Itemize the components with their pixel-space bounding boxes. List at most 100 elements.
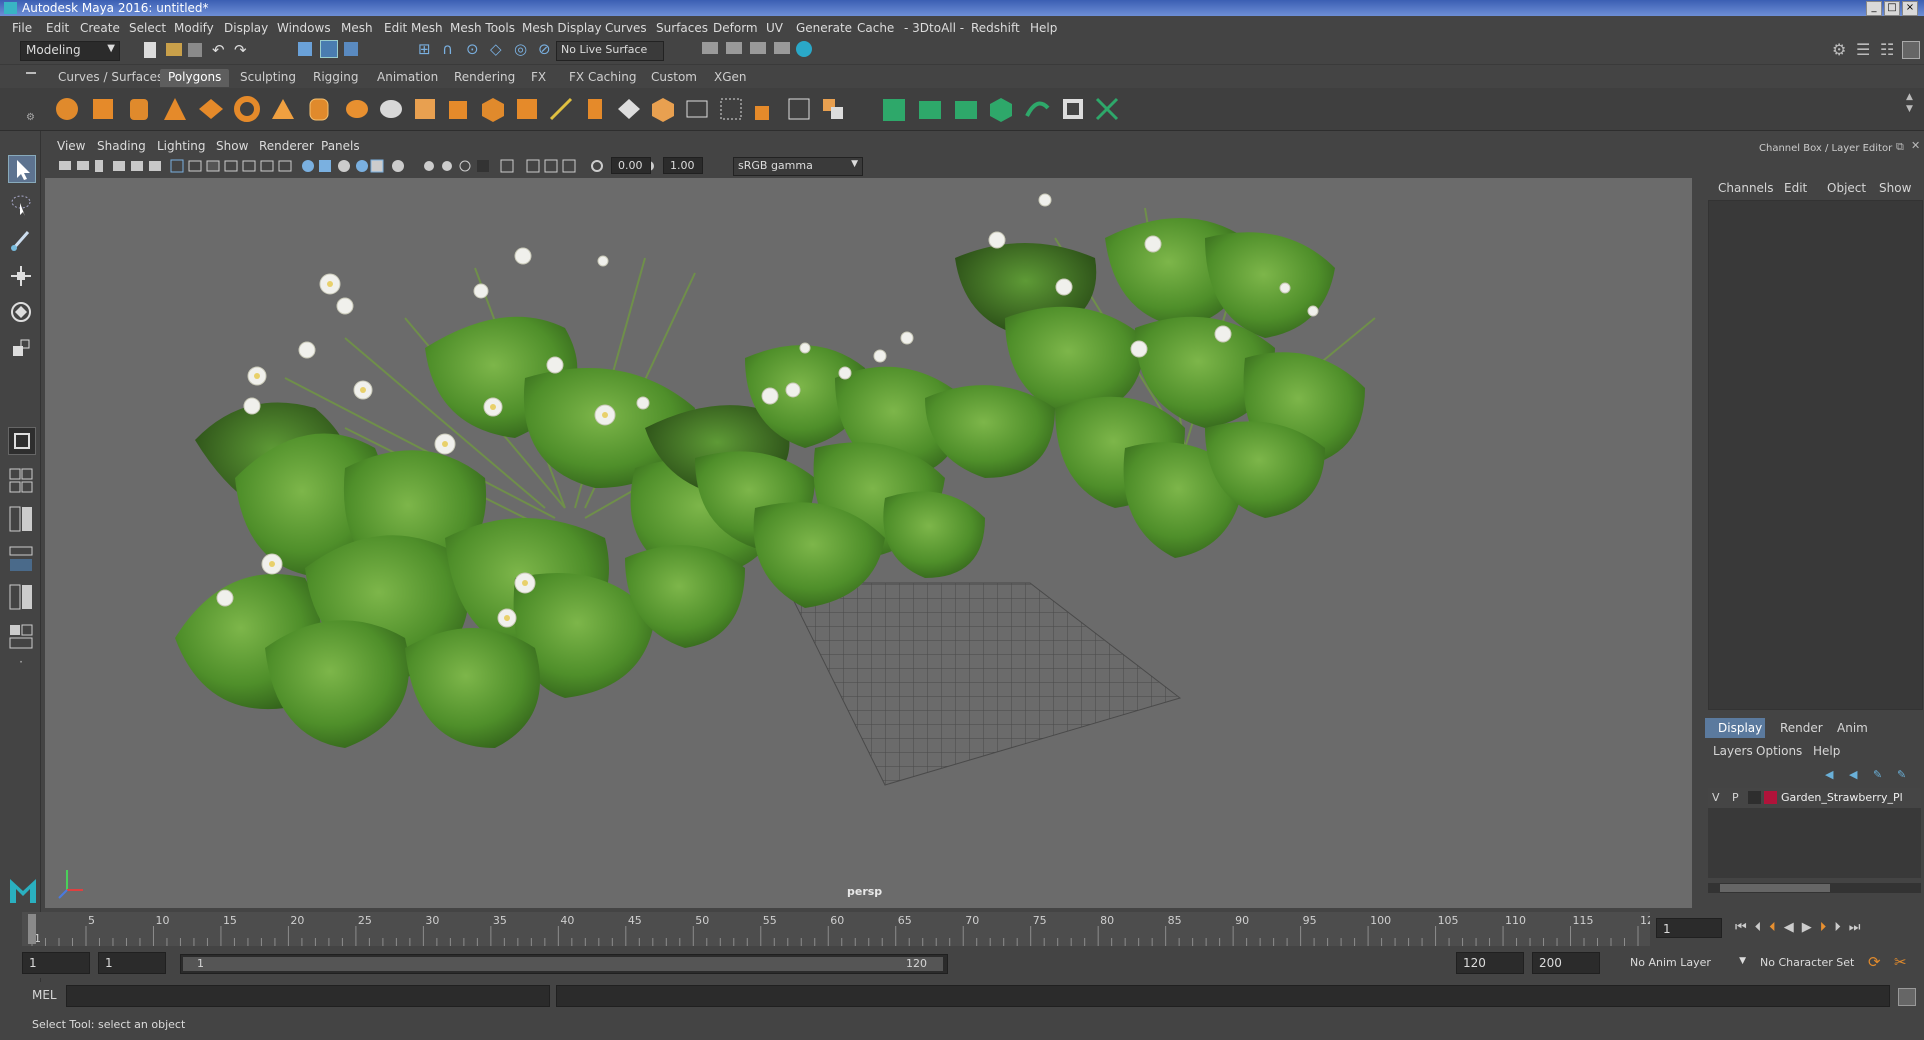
menu-deform[interactable]: Deform: [713, 21, 758, 35]
playback-end-field[interactable]: 120: [1456, 952, 1524, 974]
panel-menu-show[interactable]: Show: [216, 139, 248, 153]
tab-rendering[interactable]: Rendering: [446, 69, 523, 87]
cb-menu-object[interactable]: Object: [1827, 181, 1866, 195]
play-forwards-icon[interactable]: ▶: [1802, 920, 1820, 935]
menu-windows[interactable]: Windows: [277, 21, 331, 35]
step-back-key-icon[interactable]: ⏴: [1769, 920, 1784, 935]
ipr-render-icon[interactable]: [726, 42, 742, 54]
paint-select-tool-icon[interactable]: [8, 227, 34, 253]
redshift-render-icon[interactable]: [796, 41, 812, 57]
script-editor-icon[interactable]: [1898, 988, 1916, 1006]
tab-xgen[interactable]: XGen: [706, 69, 755, 87]
layout-outliner-icon[interactable]: [8, 545, 34, 573]
live-surface-field[interactable]: No Live Surface: [556, 41, 664, 61]
channel-box-toggle-icon[interactable]: [1902, 41, 1920, 59]
command-input[interactable]: [66, 985, 550, 1007]
select-by-component-icon[interactable]: [344, 42, 358, 56]
step-forward-frame-icon[interactable]: ⏵: [1834, 920, 1849, 935]
rotate-tool-icon[interactable]: [8, 299, 34, 325]
panel-menu-shading[interactable]: Shading: [97, 139, 146, 153]
tab-custom[interactable]: Custom: [643, 69, 705, 87]
perspective-viewport[interactable]: persp: [45, 178, 1692, 908]
menu-generate[interactable]: Generate: [796, 21, 852, 35]
menu-set-dropdown[interactable]: Modeling ▼: [20, 41, 120, 61]
menu-file[interactable]: File: [12, 21, 32, 35]
tab-fx[interactable]: FX: [523, 69, 554, 87]
menu-mesh-tools[interactable]: Mesh Tools: [450, 21, 515, 35]
go-to-end-icon[interactable]: ⏭: [1849, 920, 1869, 935]
cb-menu-edit[interactable]: Edit: [1784, 181, 1807, 195]
layer-name[interactable]: Garden_Strawberry_Pl: [1781, 791, 1903, 804]
layer-menu-layers[interactable]: Layers: [1713, 744, 1753, 758]
close-panel-icon[interactable]: ✕: [1911, 139, 1920, 152]
exposure-field[interactable]: 0.00: [611, 157, 651, 174]
animation-end-field[interactable]: 200: [1532, 952, 1600, 974]
menu-uv[interactable]: UV: [766, 21, 783, 35]
script-language-label[interactable]: MEL: [32, 988, 57, 1002]
menu-surfaces[interactable]: Surfaces: [656, 21, 708, 35]
undo-icon[interactable]: ↶: [212, 41, 225, 59]
cb-menu-show[interactable]: Show: [1879, 181, 1911, 195]
auto-key-icon[interactable]: ⟳: [1868, 953, 1881, 971]
snap-point-icon[interactable]: ⊙: [466, 40, 479, 58]
render-current-frame-icon[interactable]: [702, 42, 718, 54]
snap-grid-icon[interactable]: ⊞: [418, 40, 431, 58]
range-slider-bar[interactable]: 1 120: [183, 957, 943, 971]
time-slider[interactable]: 1 5 10 15 20 25 30 35 40 45 50 55 60 65 70 75 80 85 90 95 10…: [0, 912, 1924, 948]
shelf-scroll-down-icon[interactable]: ▼: [1906, 104, 1913, 114]
range-slider[interactable]: 1 120: [180, 954, 948, 974]
new-empty-layer-icon[interactable]: ✎: [1873, 768, 1882, 781]
menu-cache[interactable]: Cache: [857, 21, 894, 35]
move-layer-down-icon[interactable]: ◀: [1849, 768, 1857, 781]
lasso-tool-icon[interactable]: [8, 191, 34, 217]
character-set-dropdown[interactable]: No Character Set: [1754, 953, 1870, 973]
tab-anim[interactable]: Anim: [1837, 721, 1868, 735]
snap-curve-icon[interactable]: ∩: [442, 40, 453, 58]
menu-display[interactable]: Display: [224, 21, 268, 35]
channel-box-area[interactable]: [1708, 200, 1923, 710]
new-scene-icon[interactable]: [144, 42, 156, 58]
panel-menu-renderer[interactable]: Renderer: [259, 139, 314, 153]
hypershade-icon[interactable]: [774, 42, 790, 54]
cb-menu-channels[interactable]: Channels: [1718, 181, 1774, 195]
color-space-dropdown[interactable]: sRGB gamma ▼: [733, 157, 863, 176]
layer-playback-toggle[interactable]: P: [1732, 791, 1739, 804]
save-scene-icon[interactable]: [188, 43, 202, 57]
playback-start-field[interactable]: 1: [98, 952, 166, 974]
tab-curves-surfaces[interactable]: Curves / Surfaces: [50, 69, 171, 87]
scale-tool-icon[interactable]: [8, 335, 34, 361]
current-frame-field[interactable]: 1: [1656, 918, 1722, 938]
shelf-options-icon[interactable]: ⚙: [26, 112, 35, 123]
menu-select[interactable]: Select: [129, 21, 166, 35]
tab-render[interactable]: Render: [1780, 721, 1823, 735]
menu-create[interactable]: Create: [80, 21, 120, 35]
attribute-editor-icon[interactable]: ☰: [1856, 40, 1870, 59]
menu-mesh-display[interactable]: Mesh Display: [522, 21, 602, 35]
select-by-hierarchy-icon[interactable]: [298, 42, 312, 56]
panel-menu-view[interactable]: View: [57, 139, 85, 153]
redo-icon[interactable]: ↷: [234, 41, 247, 59]
snap-view-plane-icon[interactable]: ◇: [490, 40, 502, 58]
select-by-object-icon[interactable]: [320, 40, 338, 58]
shelf-menu-icon[interactable]: [26, 72, 36, 74]
layout-hypershade-icon[interactable]: [8, 623, 34, 651]
move-tool-icon[interactable]: [8, 263, 34, 289]
layout-graph-editor-icon[interactable]: [8, 583, 34, 611]
layer-visibility-toggle[interactable]: V: [1712, 791, 1720, 804]
gamma-field[interactable]: 1.00: [663, 157, 703, 174]
shelf-scroll-up-icon[interactable]: ▲: [1906, 92, 1913, 102]
select-tool-icon[interactable]: [8, 155, 36, 183]
tab-rigging[interactable]: Rigging: [305, 69, 366, 87]
step-back-frame-icon[interactable]: ⏴: [1755, 920, 1770, 935]
tab-display[interactable]: Display: [1705, 718, 1765, 738]
tab-sculpting[interactable]: Sculpting: [232, 69, 304, 87]
menu-modify[interactable]: Modify: [174, 21, 214, 35]
layer-row[interactable]: V P Garden_Strawberry_Pl: [1708, 788, 1921, 808]
close-icon[interactable]: ×: [1902, 1, 1918, 16]
step-forward-key-icon[interactable]: ⏵: [1820, 920, 1835, 935]
new-layer-from-selected-icon[interactable]: ✎: [1897, 768, 1906, 781]
panel-menu-lighting[interactable]: Lighting: [157, 139, 206, 153]
tab-fx-caching[interactable]: FX Caching: [561, 69, 644, 87]
layer-display-type[interactable]: [1748, 791, 1761, 804]
panel-menu-panels[interactable]: Panels: [321, 139, 360, 153]
